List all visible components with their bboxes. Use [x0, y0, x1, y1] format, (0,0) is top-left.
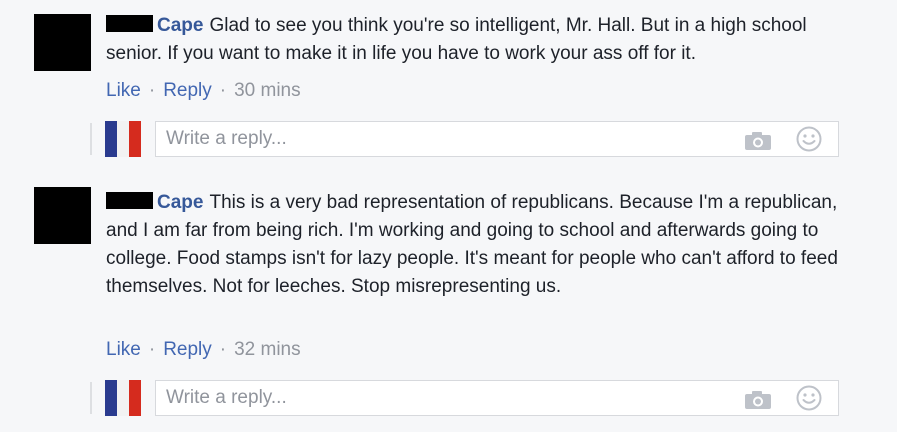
separator-dot: ·	[219, 80, 227, 101]
comment-actions: Like · Reply · 30 mins	[106, 79, 301, 103]
author-name[interactable]: Cape	[157, 192, 203, 213]
redacted-name	[106, 192, 153, 209]
current-user-avatar[interactable]	[105, 121, 141, 157]
separator-dot: ·	[148, 339, 156, 360]
reply-placeholder: Write a reply...	[166, 387, 287, 408]
thread-line	[90, 123, 92, 155]
reply-placeholder: Write a reply...	[166, 128, 287, 149]
camera-icon[interactable]	[744, 131, 772, 151]
reply-composer: Write a reply...	[0, 380, 897, 416]
avatar[interactable]	[34, 187, 91, 244]
timestamp[interactable]: 30 mins	[234, 80, 301, 101]
separator-dot: ·	[219, 339, 227, 360]
redacted-name	[106, 15, 153, 32]
current-user-avatar[interactable]	[105, 380, 141, 416]
comment-text: This is a very bad representation of rep…	[106, 192, 838, 297]
reply-composer: Write a reply...	[0, 121, 897, 157]
camera-icon[interactable]	[744, 390, 772, 410]
avatar[interactable]	[34, 14, 91, 71]
reply-input[interactable]: Write a reply...	[155, 121, 839, 157]
reply-input[interactable]: Write a reply...	[155, 380, 839, 416]
comment-body: Cape This is a very bad representation of…	[106, 189, 846, 301]
timestamp[interactable]: 32 mins	[234, 339, 301, 360]
reply-link[interactable]: Reply	[163, 80, 212, 101]
reply-link[interactable]: Reply	[163, 339, 212, 360]
thread-line	[90, 382, 92, 414]
comment-text: Glad to see you think you're so intellig…	[106, 15, 807, 64]
separator-dot: ·	[148, 80, 156, 101]
like-link[interactable]: Like	[106, 80, 141, 101]
author-name[interactable]: Cape	[157, 15, 203, 36]
like-link[interactable]: Like	[106, 339, 141, 360]
smiley-icon[interactable]	[796, 385, 822, 411]
comment-body: Cape Glad to see you think you're so inte…	[106, 12, 846, 68]
comment-actions: Like · Reply · 32 mins	[106, 338, 301, 362]
smiley-icon[interactable]	[796, 126, 822, 152]
